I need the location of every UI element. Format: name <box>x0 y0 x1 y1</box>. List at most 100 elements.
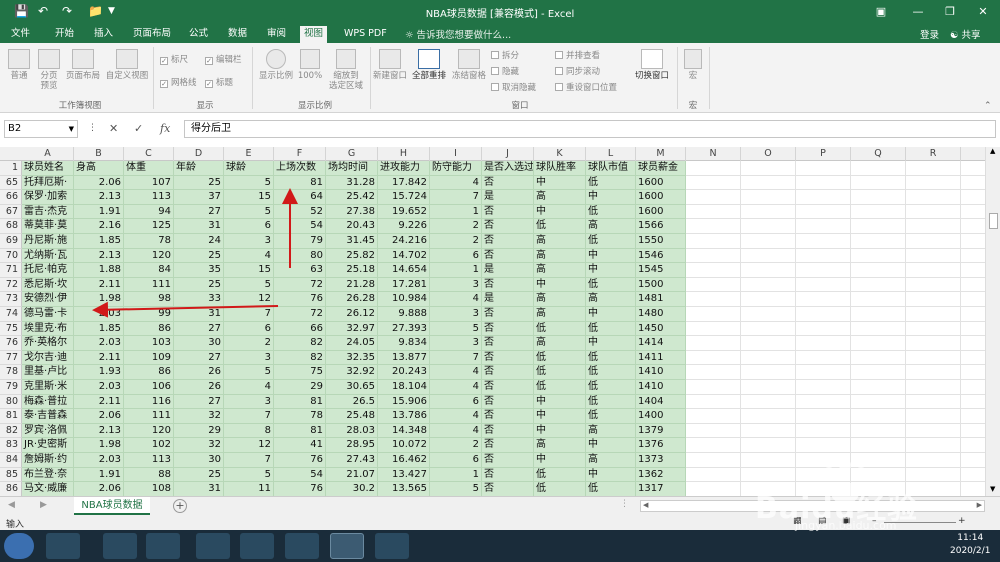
table-cell[interactable] <box>796 263 851 278</box>
table-cell[interactable] <box>796 277 851 293</box>
table-cell[interactable]: 27.43 <box>326 453 378 468</box>
table-cell[interactable]: 99 <box>124 307 174 322</box>
table-cell[interactable]: 106 <box>124 380 174 395</box>
table-cell[interactable]: 1404 <box>636 394 686 410</box>
app-icon-1[interactable] <box>46 533 80 559</box>
table-cell[interactable]: 1411 <box>636 350 686 366</box>
table-cell[interactable]: 2.11 <box>74 277 124 293</box>
table-cell[interactable]: 1414 <box>636 336 686 351</box>
table-cell[interactable]: 54 <box>274 467 326 483</box>
table-cell[interactable]: 否 <box>482 248 534 264</box>
table-cell[interactable]: 72 <box>274 307 326 322</box>
table-cell[interactable] <box>686 438 741 453</box>
column-header-m[interactable]: M <box>636 147 686 161</box>
table-cell[interactable]: 4 <box>224 380 274 395</box>
table-cell[interactable]: 1379 <box>636 423 686 439</box>
table-cell[interactable] <box>906 161 961 176</box>
table-cell[interactable] <box>851 365 906 380</box>
tab-wps-pdf[interactable]: WPS PDF <box>340 26 391 43</box>
table-cell[interactable]: 2.16 <box>74 219 124 234</box>
table-cell[interactable]: 108 <box>124 482 174 496</box>
cancel-icon[interactable]: ✕ <box>109 122 118 135</box>
table-cell[interactable] <box>686 234 741 249</box>
table-cell[interactable]: 25.18 <box>326 263 378 278</box>
table-cell[interactable] <box>851 409 906 424</box>
table-cell[interactable]: 否 <box>482 365 534 380</box>
table-cell[interactable]: 33 <box>174 292 224 307</box>
table-cell[interactable] <box>741 423 796 439</box>
table-cell[interactable] <box>906 190 961 205</box>
table-cell[interactable]: 低 <box>586 234 636 249</box>
file-explorer-icon[interactable] <box>196 533 230 559</box>
browser-icon[interactable] <box>146 533 180 559</box>
table-cell[interactable]: 76 <box>274 292 326 307</box>
table-cell[interactable]: 否 <box>482 321 534 337</box>
table-cell[interactable]: 9.834 <box>378 336 430 351</box>
table-cell[interactable]: 15.724 <box>378 190 430 205</box>
table-cell[interactable] <box>906 175 961 191</box>
table-cell[interactable]: 1362 <box>636 467 686 483</box>
vertical-scrollbar[interactable]: ▲ ▼ <box>985 147 1000 496</box>
table-cell[interactable] <box>741 350 796 366</box>
table-cell[interactable]: 否 <box>482 467 534 483</box>
row-number[interactable]: 81 <box>0 409 22 424</box>
table-cell[interactable]: 25.42 <box>326 190 378 205</box>
table-cell[interactable] <box>796 394 851 410</box>
table-cell[interactable] <box>796 190 851 205</box>
column-header-p[interactable]: P <box>796 147 851 161</box>
insert-function-icon[interactable]: fx <box>160 122 170 135</box>
table-cell[interactable]: 蒂莫菲·莫 <box>22 219 74 234</box>
table-cell[interactable]: 9.888 <box>378 307 430 322</box>
table-cell[interactable]: 64 <box>274 190 326 205</box>
table-cell[interactable] <box>906 219 961 234</box>
table-cell[interactable]: 10.072 <box>378 438 430 453</box>
table-cell[interactable] <box>686 394 741 410</box>
table-cell[interactable]: 1550 <box>636 234 686 249</box>
row-number[interactable]: 82 <box>0 423 22 439</box>
table-cell[interactable]: 30.2 <box>326 482 378 496</box>
unhide-button[interactable]: 取消隐藏 <box>491 81 536 93</box>
table-cell[interactable]: 4 <box>430 423 482 439</box>
table-cell[interactable]: 7 <box>224 409 274 424</box>
table-cell[interactable] <box>741 248 796 264</box>
table-cell[interactable]: 78 <box>274 409 326 424</box>
table-cell[interactable]: 3 <box>430 336 482 351</box>
scroll-up-icon[interactable]: ▲ <box>990 147 995 155</box>
table-cell[interactable]: 2.13 <box>74 248 124 264</box>
table-cell[interactable]: 球队市值 <box>586 161 636 176</box>
table-cell[interactable]: 14.702 <box>378 248 430 264</box>
table-cell[interactable]: 6 <box>430 453 482 468</box>
table-cell[interactable]: 德马雷·卡 <box>22 307 74 322</box>
table-cell[interactable]: 1500 <box>636 277 686 293</box>
table-cell[interactable]: 13.427 <box>378 467 430 483</box>
table-cell[interactable]: 5 <box>224 467 274 483</box>
table-cell[interactable]: 5 <box>430 321 482 337</box>
table-cell[interactable]: 7 <box>430 190 482 205</box>
tab-home[interactable]: 开始 <box>51 26 78 43</box>
table-cell[interactable]: 1373 <box>636 453 686 468</box>
table-cell[interactable] <box>851 277 906 293</box>
table-cell[interactable]: 低 <box>534 321 586 337</box>
table-cell[interactable] <box>796 219 851 234</box>
table-cell[interactable] <box>851 161 906 176</box>
collapse-ribbon-icon[interactable]: ⌃ <box>984 101 992 111</box>
table-cell[interactable]: 88 <box>124 467 174 483</box>
column-header-d[interactable]: D <box>174 147 224 161</box>
table-cell[interactable]: 身高 <box>74 161 124 176</box>
table-cell[interactable]: 1400 <box>636 409 686 424</box>
table-cell[interactable]: 72 <box>274 277 326 293</box>
row-number[interactable]: 79 <box>0 380 22 395</box>
table-cell[interactable]: 2.11 <box>74 350 124 366</box>
table-cell[interactable]: 14.348 <box>378 423 430 439</box>
table-cell[interactable]: 2.03 <box>74 336 124 351</box>
table-cell[interactable] <box>906 263 961 278</box>
table-cell[interactable]: 低 <box>586 321 636 337</box>
table-cell[interactable] <box>851 336 906 351</box>
table-cell[interactable] <box>906 307 961 322</box>
table-cell[interactable]: 20.243 <box>378 365 430 380</box>
table-cell[interactable] <box>741 336 796 351</box>
table-cell[interactable]: 低 <box>586 409 636 424</box>
table-cell[interactable]: 低 <box>534 350 586 366</box>
table-cell[interactable] <box>906 409 961 424</box>
table-cell[interactable]: 78 <box>124 234 174 249</box>
